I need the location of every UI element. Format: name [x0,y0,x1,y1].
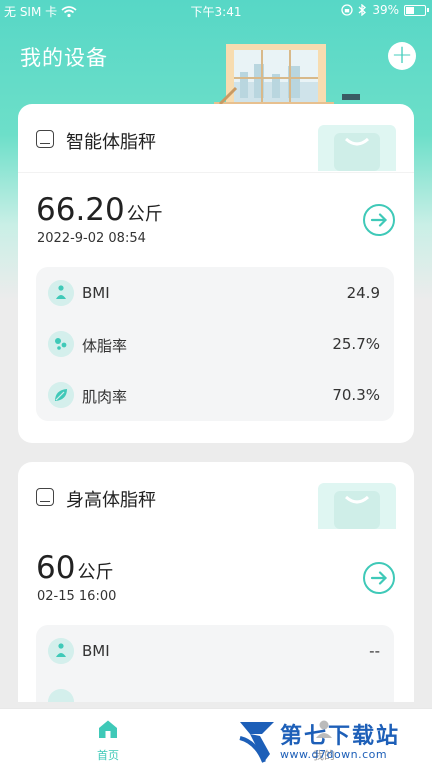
device-card-height-scale[interactable]: 身高体脂秤 60 公斤 02-15 16:00 BMI -- [18,462,414,702]
add-device-button[interactable]: + [388,42,416,70]
tab-home[interactable]: 首页 [86,719,130,765]
scale-icon [36,130,54,148]
person-icon [48,280,74,306]
scale-illustration [318,483,396,529]
watermark-logo [239,722,274,763]
lock-rotation-icon [341,4,353,16]
metric-row [36,684,394,702]
metric-row: 体脂率 25.7% [36,326,394,366]
device-name: 身高体脂秤 [66,490,156,511]
bluetooth-icon [358,4,367,16]
weight-reading: 60 公斤 [36,550,114,586]
page-title: 我的设备 [20,46,108,70]
bubbles-icon [48,331,74,357]
metrics-panel: BMI -- [36,625,394,702]
metric-value: 70.3% [332,386,380,404]
home-icon [99,720,117,738]
scale-icon [36,488,54,506]
metric-row: BMI -- [36,633,394,673]
battery-icon [404,4,429,16]
arrow-right-circle-icon[interactable] [362,203,396,237]
metric-label: BMI [82,642,110,660]
device-name: 智能体脂秤 [66,132,156,153]
tab-home-label: 首页 [97,749,119,762]
person-icon [48,638,74,664]
metric-value: 25.7% [332,335,380,353]
metric-label: 体脂率 [82,337,128,355]
metric-row: BMI 24.9 [36,275,394,315]
device-card-smart-scale[interactable]: 智能体脂秤 66.20公斤 2022-9-02 08:54 BMI 24.9 [18,104,414,443]
metrics-panel: BMI 24.9 体脂率 25.7% 肌肉率 70.3% [36,267,394,421]
arrow-right-circle-icon[interactable] [362,561,396,595]
metric-label: 肌肉率 [82,388,128,406]
watermark-brand: 第七下载站 [280,724,401,749]
scale-illustration [318,125,396,171]
metric-row: 肌肉率 70.3% [36,377,394,417]
metric-value: -- [369,642,380,660]
bubbles-icon [48,689,74,702]
leaf-icon [48,382,74,408]
metric-label: BMI [82,284,110,302]
status-bar: 无 SIM 卡 下午3:41 39% [0,0,432,22]
metric-value: 24.9 [346,284,380,302]
measure-time: 2022-9-02 08:54 [37,231,146,246]
measure-time: 02-15 16:00 [37,589,117,604]
watermark-url: www.d7down.com [280,748,388,761]
site-watermark: 第七下载站 www.d7down.com [236,716,432,768]
weight-reading: 66.20 公斤 [36,192,163,228]
battery-percent: 39% [372,3,399,17]
